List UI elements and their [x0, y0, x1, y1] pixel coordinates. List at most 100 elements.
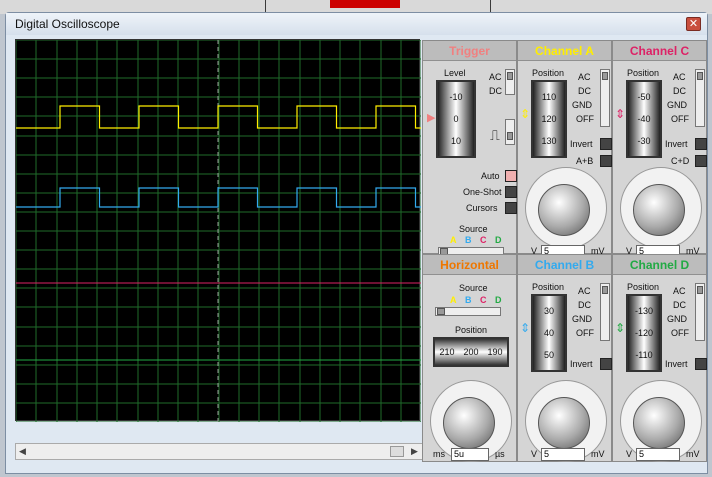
channel-b-ac-label: AC	[578, 286, 591, 296]
channel-b-volts-dial[interactable]	[538, 397, 590, 449]
channel-b-position-label: Position	[532, 282, 565, 292]
trigger-coupling-switch[interactable]	[505, 69, 515, 95]
channel-d-invert-button[interactable]	[695, 358, 707, 370]
close-button[interactable]: ✕	[686, 17, 701, 31]
channel-b-invert-button[interactable]	[600, 358, 612, 370]
channel-d-unit-v: V	[626, 449, 633, 459]
channel-d-off-label: OFF	[671, 328, 689, 338]
channel-c-volts-dial[interactable]	[633, 184, 685, 236]
horizontal-source-slider[interactable]	[435, 307, 501, 316]
channel-a-title: Channel A	[518, 41, 611, 61]
channel-a-gnd-label: GND	[572, 100, 592, 110]
channel-b-position-drum[interactable]: 30 40 50	[531, 294, 567, 372]
trigger-source-label: Source	[459, 224, 488, 234]
channel-d-title: Channel D	[613, 255, 706, 275]
cursors-label: Cursors	[466, 203, 498, 213]
horizontal-source-a: A	[450, 295, 457, 305]
horizontal-panel: Horizontal Source A B C D Position 210 2…	[422, 254, 517, 462]
scope-screen[interactable]	[15, 39, 422, 423]
channel-b-title: Channel B	[518, 255, 611, 275]
oscilloscope-window: Digital Oscilloscope ✕ ◀ ▶ Trigger Level…	[5, 12, 708, 474]
channel-d-panel: Channel D Position -130 -120 -110 ⇕ AC D…	[612, 254, 707, 462]
close-icon: ✕	[688, 18, 699, 30]
trigger-source-b: B	[465, 235, 472, 245]
scroll-left-icon[interactable]: ◀	[19, 446, 26, 457]
channel-d-volts-dial[interactable]	[633, 397, 685, 449]
window-title: Digital Oscilloscope	[15, 17, 120, 31]
channel-d-volts-value[interactable]: 5	[636, 448, 680, 461]
channel-a-invert-button[interactable]	[600, 138, 612, 150]
position-tick: 120	[541, 114, 557, 124]
channel-a-invert-label: Invert	[570, 139, 593, 149]
position-marker-icon: ⇕	[615, 107, 626, 121]
channel-c-invert-button[interactable]	[695, 138, 707, 150]
channel-a-volts-dial[interactable]	[538, 184, 590, 236]
level-tick: 0	[453, 114, 459, 124]
position-tick: -130	[634, 306, 653, 316]
channel-c-cplusd-label: C+D	[671, 156, 690, 166]
channel-a-panel: Channel A Position 110 120 130 ⇕ AC DC G…	[517, 40, 612, 258]
channel-d-gnd-label: GND	[667, 314, 687, 324]
channel-b-volts-value[interactable]: 5	[541, 448, 585, 461]
channel-a-off-label: OFF	[576, 114, 594, 124]
channel-c-invert-label: Invert	[665, 139, 688, 149]
horizontal-position-drum[interactable]: 210 200 190	[433, 337, 509, 367]
position-tick: -50	[637, 92, 651, 102]
level-marker-icon: ▶	[427, 112, 436, 124]
horizontal-unit-us: µs	[495, 449, 505, 459]
scope-horizontal-scrollbar[interactable]: ◀ ▶	[15, 443, 423, 460]
channel-a-aplusb-button[interactable]	[600, 155, 612, 167]
position-tick: -30	[637, 136, 651, 146]
position-tick: -110	[635, 350, 653, 360]
channel-d-coupling-switch[interactable]	[695, 283, 705, 341]
cursors-button[interactable]	[505, 202, 517, 214]
position-tick: 30	[543, 306, 554, 316]
trigger-source-a: A	[450, 235, 457, 245]
position-tick: -40	[637, 114, 651, 124]
scroll-right-icon[interactable]: ▶	[411, 446, 418, 457]
auto-label: Auto	[481, 171, 500, 181]
channel-a-ac-label: AC	[578, 72, 591, 82]
position-tick: 110	[541, 92, 557, 102]
channel-b-dc-label: DC	[578, 300, 591, 310]
channel-c-gnd-label: GND	[667, 100, 687, 110]
horizontal-source-label: Source	[459, 283, 488, 293]
trigger-ac-label: AC	[489, 72, 502, 82]
channel-a-position-drum[interactable]: 110 120 130	[531, 80, 567, 158]
horizontal-source-c: C	[480, 295, 487, 305]
trigger-dc-label: DC	[489, 86, 502, 96]
channel-c-dc-label: DC	[673, 86, 686, 96]
horizontal-time-dial[interactable]	[443, 397, 495, 449]
channel-c-cplusd-button[interactable]	[695, 155, 707, 167]
channel-b-coupling-switch[interactable]	[600, 283, 610, 341]
trigger-panel: Trigger Level -10 0 10 ▶ AC DC ⎍ Auto On…	[422, 40, 517, 256]
position-tick: 40	[543, 328, 554, 338]
channel-b-gnd-label: GND	[572, 314, 592, 324]
one-shot-button[interactable]	[505, 186, 517, 198]
channel-d-unit-mv: mV	[686, 449, 700, 459]
horizontal-time-value[interactable]: 5u	[451, 448, 489, 461]
channel-d-invert-label: Invert	[665, 359, 688, 369]
background-wire	[265, 0, 266, 12]
trigger-edge-switch[interactable]	[505, 119, 515, 145]
one-shot-label: One-Shot	[463, 187, 502, 197]
trigger-title: Trigger	[423, 41, 516, 61]
auto-button[interactable]	[505, 170, 517, 182]
channel-a-coupling-switch[interactable]	[600, 69, 610, 127]
trigger-source-c: C	[480, 235, 487, 245]
scope-trace-plot	[15, 39, 422, 423]
channel-b-invert-label: Invert	[570, 359, 593, 369]
trigger-level-drum[interactable]: -10 0 10	[436, 80, 476, 158]
trigger-source-d: D	[495, 235, 502, 245]
scrollbar-thumb[interactable]	[390, 446, 404, 457]
channel-c-position-drum[interactable]: -50 -40 -30	[626, 80, 662, 158]
channel-b-panel: Channel B Position 30 40 50 ⇕ AC DC GND …	[517, 254, 612, 462]
position-marker-icon: ⇕	[520, 107, 531, 121]
channel-c-title: Channel C	[613, 41, 706, 61]
position-marker-icon: ⇕	[520, 321, 531, 335]
title-bar[interactable]: Digital Oscilloscope ✕	[6, 13, 707, 35]
channel-d-position-drum[interactable]: -130 -120 -110	[626, 294, 662, 372]
level-tick: -10	[449, 92, 463, 102]
channel-c-coupling-switch[interactable]	[695, 69, 705, 127]
channel-c-panel: Channel C Position -50 -40 -30 ⇕ AC DC G…	[612, 40, 707, 258]
